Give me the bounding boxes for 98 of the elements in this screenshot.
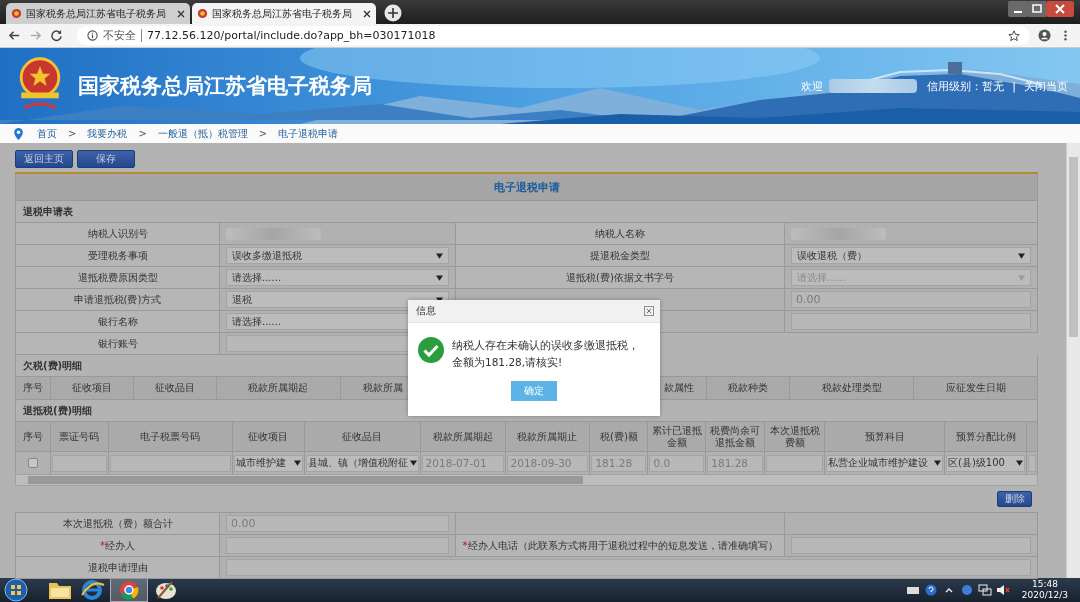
success-check-icon <box>418 337 444 363</box>
breadcrumb-link[interactable]: 电子退税申请 <box>278 126 339 141</box>
speaker-icon[interactable] <box>995 584 1010 596</box>
browser-tab[interactable]: 国家税务总局江苏省电子税务局 <box>192 3 376 24</box>
field-label: 纳税人识别号 <box>87 226 148 241</box>
clock-date: 2020/12/3 <box>1021 590 1068 601</box>
breadcrumb-separator: > <box>138 128 147 139</box>
breadcrumb-separator: > <box>68 128 77 139</box>
column-header: 票证号码 <box>59 430 100 443</box>
column-header: 预算分配比例 <box>955 430 1016 443</box>
welcome-text: 欢迎 <box>801 78 824 94</box>
select-field[interactable]: 请选择...... <box>226 269 449 286</box>
browser-e-icon[interactable] <box>78 579 106 601</box>
select-field[interactable]: 城市维护建 <box>233 454 303 472</box>
close-icon[interactable] <box>177 9 185 18</box>
column-header: 累计已退抵金额 <box>650 424 703 449</box>
clock-time: 15:48 <box>1031 579 1058 590</box>
account-icon[interactable] <box>1038 29 1051 42</box>
dialog-message: 纳税人存在未确认的误收多缴退抵税，金额为181.28,请核实! <box>452 338 640 370</box>
field-label: 纳税人名称 <box>595 226 645 241</box>
section-title: 欠税(费)明细 <box>23 358 83 373</box>
breadcrumb-link[interactable]: 一般退（抵）税管理 <box>157 126 248 141</box>
select-field[interactable]: 县城、镇（增值税附征 <box>305 454 419 472</box>
column-header: 征收品目 <box>342 430 383 443</box>
breadcrumb-separator: > <box>258 128 268 139</box>
browser-tab[interactable]: 国家税务总局江苏省电子税务局 <box>6 3 190 24</box>
start-button-icon[interactable] <box>4 578 28 602</box>
column-header: 应征发生日期 <box>945 382 1006 394</box>
vertical-scrollbar[interactable] <box>1066 143 1080 578</box>
column-header: 序号 <box>23 382 43 394</box>
caret-icon <box>1018 274 1025 281</box>
delete-button[interactable]: 删除 <box>997 491 1032 507</box>
field-label: 申请退抵税(费)方式 <box>73 292 162 307</box>
field-label: 退抵税(费)依据文书字号 <box>566 270 674 285</box>
field-label: 提退税金类型 <box>590 248 650 263</box>
caret-icon <box>1016 460 1023 466</box>
close-icon[interactable] <box>363 9 371 18</box>
column-header: 征收项目 <box>71 382 112 394</box>
select-field[interactable]: 私营企业城市维护建设 <box>826 454 944 472</box>
column-header: 税款所属期起 <box>432 430 493 443</box>
star-icon[interactable] <box>1008 29 1020 42</box>
column-header: 税款所属 <box>362 382 403 394</box>
horizontal-scrollbar[interactable] <box>15 474 1038 486</box>
select-field[interactable]: 区(县)级100 <box>946 454 1025 472</box>
address-field[interactable]: 不安全 77.12.56.120/portal/include.do?app_bh=030171018 <box>77 26 1030 45</box>
column-header: 款属性 <box>664 382 695 394</box>
field-label: 银行账号 <box>97 336 138 351</box>
section-title: 退税申请表 <box>23 204 73 219</box>
field-label: 本次退抵税（费）额合计 <box>62 516 173 531</box>
keyboard-icon[interactable] <box>905 584 920 596</box>
separator-text: | <box>1012 79 1016 93</box>
form-title: 电子退税申请 <box>493 179 560 195</box>
column-header: 税款处理类型 <box>821 382 882 394</box>
column-header: 征收品目 <box>154 382 195 394</box>
location-pin-icon <box>14 127 23 140</box>
site-title: 国家税务总局江苏省电子税务局 <box>78 73 372 100</box>
section-title: 退抵税(费)明细 <box>23 403 93 418</box>
column-header: 税款种类 <box>728 382 769 394</box>
field-label: *经办人 <box>100 538 135 553</box>
caret-icon <box>409 460 417 466</box>
toolbar-button[interactable]: 返回主页 <box>15 150 73 168</box>
breadcrumb-link[interactable]: 首页 <box>37 126 57 141</box>
column-header: 税费尚余可退抵金额 <box>709 424 762 449</box>
column-header: 序号 <box>23 430 43 443</box>
caret-icon <box>436 296 443 303</box>
column-header: 征收项目 <box>248 430 289 443</box>
back-icon[interactable] <box>8 29 21 42</box>
select-field[interactable]: 误收多缴退抵税 <box>226 247 449 264</box>
toolbar-button[interactable]: 保存 <box>77 150 135 168</box>
column-header: 税(费)额 <box>600 430 638 443</box>
field-label: 退税申请理由 <box>87 560 148 575</box>
column-header: 税款所属期止 <box>517 430 578 443</box>
column-header: 税款所属期起 <box>248 382 309 394</box>
reload-icon[interactable] <box>50 29 63 42</box>
field-label: 受理税务事项 <box>87 248 148 263</box>
row-checkbox[interactable] <box>28 458 38 468</box>
caret-icon <box>293 460 301 466</box>
field-label: 银行名称 <box>97 314 138 329</box>
caret-icon <box>436 252 443 259</box>
window-controls-icon[interactable] <box>1008 1 1074 17</box>
column-header: 电子税票号码 <box>140 430 201 443</box>
column-header: 预算科目 <box>864 430 905 443</box>
globe-icon[interactable] <box>959 584 974 596</box>
info-icon <box>87 30 98 41</box>
help-icon[interactable] <box>923 584 938 596</box>
field-label: *经办人电话（此联系方式将用于退税过程中的短息发送，请准确填写） <box>462 538 778 553</box>
field-label: 退抵税费原因类型 <box>77 270 158 285</box>
column-header: 本次退抵税费额 <box>768 424 821 449</box>
emblem-icon <box>197 8 208 19</box>
caret-icon <box>934 460 942 466</box>
plus-icon[interactable] <box>384 4 402 22</box>
breadcrumb-link[interactable]: 我要办税 <box>87 126 128 141</box>
caret-icon <box>436 274 443 281</box>
caret-icon <box>1018 252 1025 259</box>
credit-level: 信用级别：暂无 <box>927 78 1005 94</box>
network-icon[interactable] <box>977 584 992 596</box>
select-field[interactable]: 误收退税（费） <box>791 247 1031 264</box>
emblem-icon <box>11 8 22 19</box>
